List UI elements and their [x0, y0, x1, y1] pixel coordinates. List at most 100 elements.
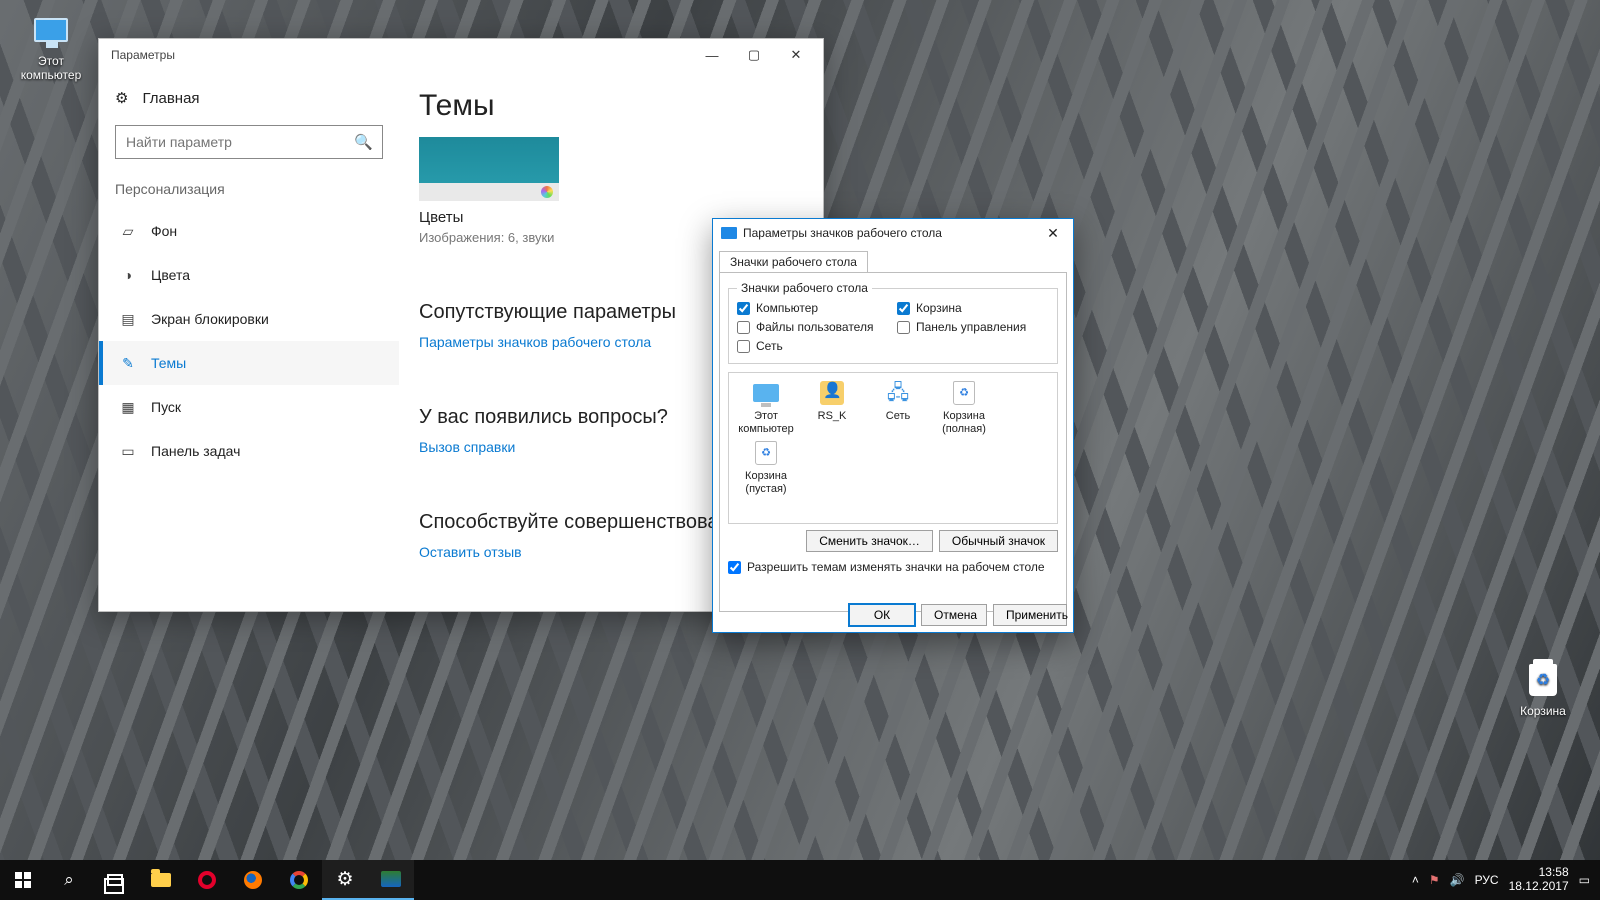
- start-button[interactable]: [0, 860, 46, 900]
- taskbar-opera[interactable]: [184, 860, 230, 900]
- tray-clock[interactable]: 13:58 18.12.2017: [1509, 866, 1569, 894]
- recycle-bin-empty-icon: ♻: [755, 441, 777, 465]
- cancel-button[interactable]: Отмена: [921, 604, 987, 626]
- checkbox-network[interactable]: Сеть: [737, 339, 889, 353]
- taskbar-chrome[interactable]: [276, 860, 322, 900]
- checkbox-input[interactable]: [728, 561, 741, 574]
- task-view-button[interactable]: [92, 860, 138, 900]
- desktop-icons-group: Значки рабочего стола Компьютер Корзина …: [728, 281, 1058, 364]
- tray-date: 18.12.2017: [1509, 880, 1569, 894]
- sidebar-item-background[interactable]: ▱ Фон: [99, 209, 399, 253]
- checkbox-allow-themes[interactable]: Разрешить темам изменять значки на рабоч…: [728, 560, 1058, 574]
- home-label: Главная: [142, 90, 199, 107]
- group-title: Значки рабочего стола: [737, 281, 872, 295]
- tray-notifications-icon[interactable]: ▭: [1579, 873, 1590, 887]
- checkbox-label: Корзина: [916, 301, 962, 315]
- checkbox-recycle-bin[interactable]: Корзина: [897, 301, 1049, 315]
- taskbar-explorer[interactable]: [138, 860, 184, 900]
- preview-this-pc[interactable]: Этот компьютер: [735, 379, 797, 435]
- checkbox-computer[interactable]: Компьютер: [737, 301, 889, 315]
- themes-icon: ✎: [119, 354, 137, 372]
- desktop-icon-label: Этот компьютер: [14, 54, 88, 82]
- system-tray[interactable]: ˄ ⚑ 🔊 РУС 13:58 18.12.2017 ▭: [1402, 866, 1600, 894]
- app-icon: [381, 871, 401, 887]
- dialog-titlebar[interactable]: Параметры значков рабочего стола ✕: [713, 219, 1073, 247]
- preview-label: Корзина (пустая): [735, 470, 797, 495]
- preview-network[interactable]: 🖧Сеть: [867, 379, 929, 435]
- checkbox-control-panel[interactable]: Панель управления: [897, 320, 1049, 334]
- dialog-close-button[interactable]: ✕: [1037, 221, 1069, 245]
- taskbar-app[interactable]: [368, 860, 414, 900]
- sidebar-item-themes[interactable]: ✎Темы: [99, 341, 399, 385]
- checkbox-label: Файлы пользователя: [756, 320, 873, 334]
- maximize-button[interactable]: ▢: [733, 40, 775, 70]
- picture-icon: ▱: [119, 222, 137, 240]
- settings-sidebar: ⚙ Главная 🔍 Персонализация ▱Фон ◑Цвета ▤…: [99, 71, 399, 611]
- taskbar-settings[interactable]: ⚙: [322, 860, 368, 900]
- change-icon-button[interactable]: Сменить значок…: [806, 530, 933, 552]
- search-input[interactable]: [115, 125, 383, 159]
- home-button[interactable]: ⚙ Главная: [99, 89, 399, 125]
- folder-icon: [151, 873, 171, 887]
- firefox-icon: [244, 871, 262, 889]
- pc-icon: [753, 384, 779, 402]
- sidebar-item-taskbar[interactable]: ▭Панель задач: [99, 429, 399, 473]
- checkbox-label: Сеть: [756, 339, 783, 353]
- checkbox-input[interactable]: [737, 321, 750, 334]
- preview-label: RS_K: [801, 410, 863, 423]
- checkbox-label: Разрешить темам изменять значки на рабоч…: [747, 560, 1045, 574]
- recycle-bin-icon: ♻: [1529, 664, 1557, 696]
- checkbox-input[interactable]: [897, 321, 910, 334]
- checkbox-input[interactable]: [737, 340, 750, 353]
- sidebar-item-label: Цвета: [151, 267, 190, 283]
- sidebar-item-start[interactable]: ▦ Пуск: [99, 385, 399, 429]
- default-icon-button[interactable]: Обычный значок: [939, 530, 1058, 552]
- checkbox-user-files[interactable]: Файлы пользователя: [737, 320, 889, 334]
- task-view-icon: [107, 874, 123, 886]
- desktop-icon-recycle-bin[interactable]: ♻ Корзина: [1506, 660, 1580, 718]
- tab-desktop-icons[interactable]: Значки рабочего стола: [719, 251, 868, 272]
- titlebar[interactable]: Параметры — ▢ ✕: [99, 39, 823, 71]
- taskbar-icon: ▭: [119, 442, 137, 460]
- dialog-title: Параметры значков рабочего стола: [743, 226, 1031, 240]
- recycle-bin-full-icon: ♻: [953, 381, 975, 405]
- display-icon: [721, 227, 737, 239]
- page-heading: Темы: [419, 89, 803, 123]
- windows-icon: [15, 872, 31, 888]
- close-button[interactable]: ✕: [775, 40, 817, 70]
- lockscreen-icon: ▤: [119, 310, 137, 328]
- desktop-icon-this-pc[interactable]: Этот компьютер: [14, 10, 88, 82]
- checkbox-input[interactable]: [897, 302, 910, 315]
- taskbar: ⌕ ⚙ ˄ ⚑ 🔊 РУС 13:58 18.12.2017 ▭: [0, 860, 1600, 900]
- preview-bin-empty[interactable]: ♻ Корзина (пустая): [735, 439, 797, 495]
- window-title: Параметры: [111, 48, 175, 62]
- opera-icon: [198, 871, 216, 889]
- start-icon: ▦: [119, 398, 137, 416]
- desktop-icon-label: Корзина: [1506, 704, 1580, 718]
- checkbox-input[interactable]: [737, 302, 750, 315]
- tray-chevron-icon[interactable]: ˄: [1412, 873, 1419, 887]
- tray-language[interactable]: РУС: [1475, 873, 1499, 887]
- sidebar-item-colors[interactable]: ◑Цвета: [99, 253, 399, 297]
- preview-user[interactable]: RS_K: [801, 379, 863, 435]
- taskbar-firefox[interactable]: [230, 860, 276, 900]
- sidebar-item-label: Пуск: [151, 399, 181, 415]
- sidebar-item-label: Фон: [151, 223, 177, 239]
- color-wheel-icon: [541, 186, 553, 198]
- tray-security-icon[interactable]: ⚑: [1429, 873, 1440, 887]
- minimize-button[interactable]: —: [691, 40, 733, 70]
- desktop-icons-dialog: Параметры значков рабочего стола ✕ Значк…: [712, 218, 1074, 633]
- sidebar-item-lockscreen[interactable]: ▤ Экран блокировки: [99, 297, 399, 341]
- tray-volume-icon[interactable]: 🔊: [1450, 873, 1465, 887]
- search-icon: ⌕: [64, 870, 74, 890]
- theme-thumbnail[interactable]: [419, 137, 559, 201]
- taskbar-search[interactable]: ⌕: [46, 860, 92, 900]
- tray-time: 13:58: [1509, 866, 1569, 880]
- preview-bin-full[interactable]: ♻Корзина (полная): [933, 379, 995, 435]
- sidebar-item-label: Экран блокировки: [151, 311, 269, 327]
- sidebar-section-title: Персонализация: [99, 181, 399, 209]
- icon-preview-list[interactable]: Этот компьютер RS_K 🖧Сеть ♻Корзина (полн…: [728, 372, 1058, 524]
- network-icon: 🖧: [883, 379, 913, 407]
- apply-button[interactable]: Применить: [993, 604, 1067, 626]
- ok-button[interactable]: ОК: [849, 604, 915, 626]
